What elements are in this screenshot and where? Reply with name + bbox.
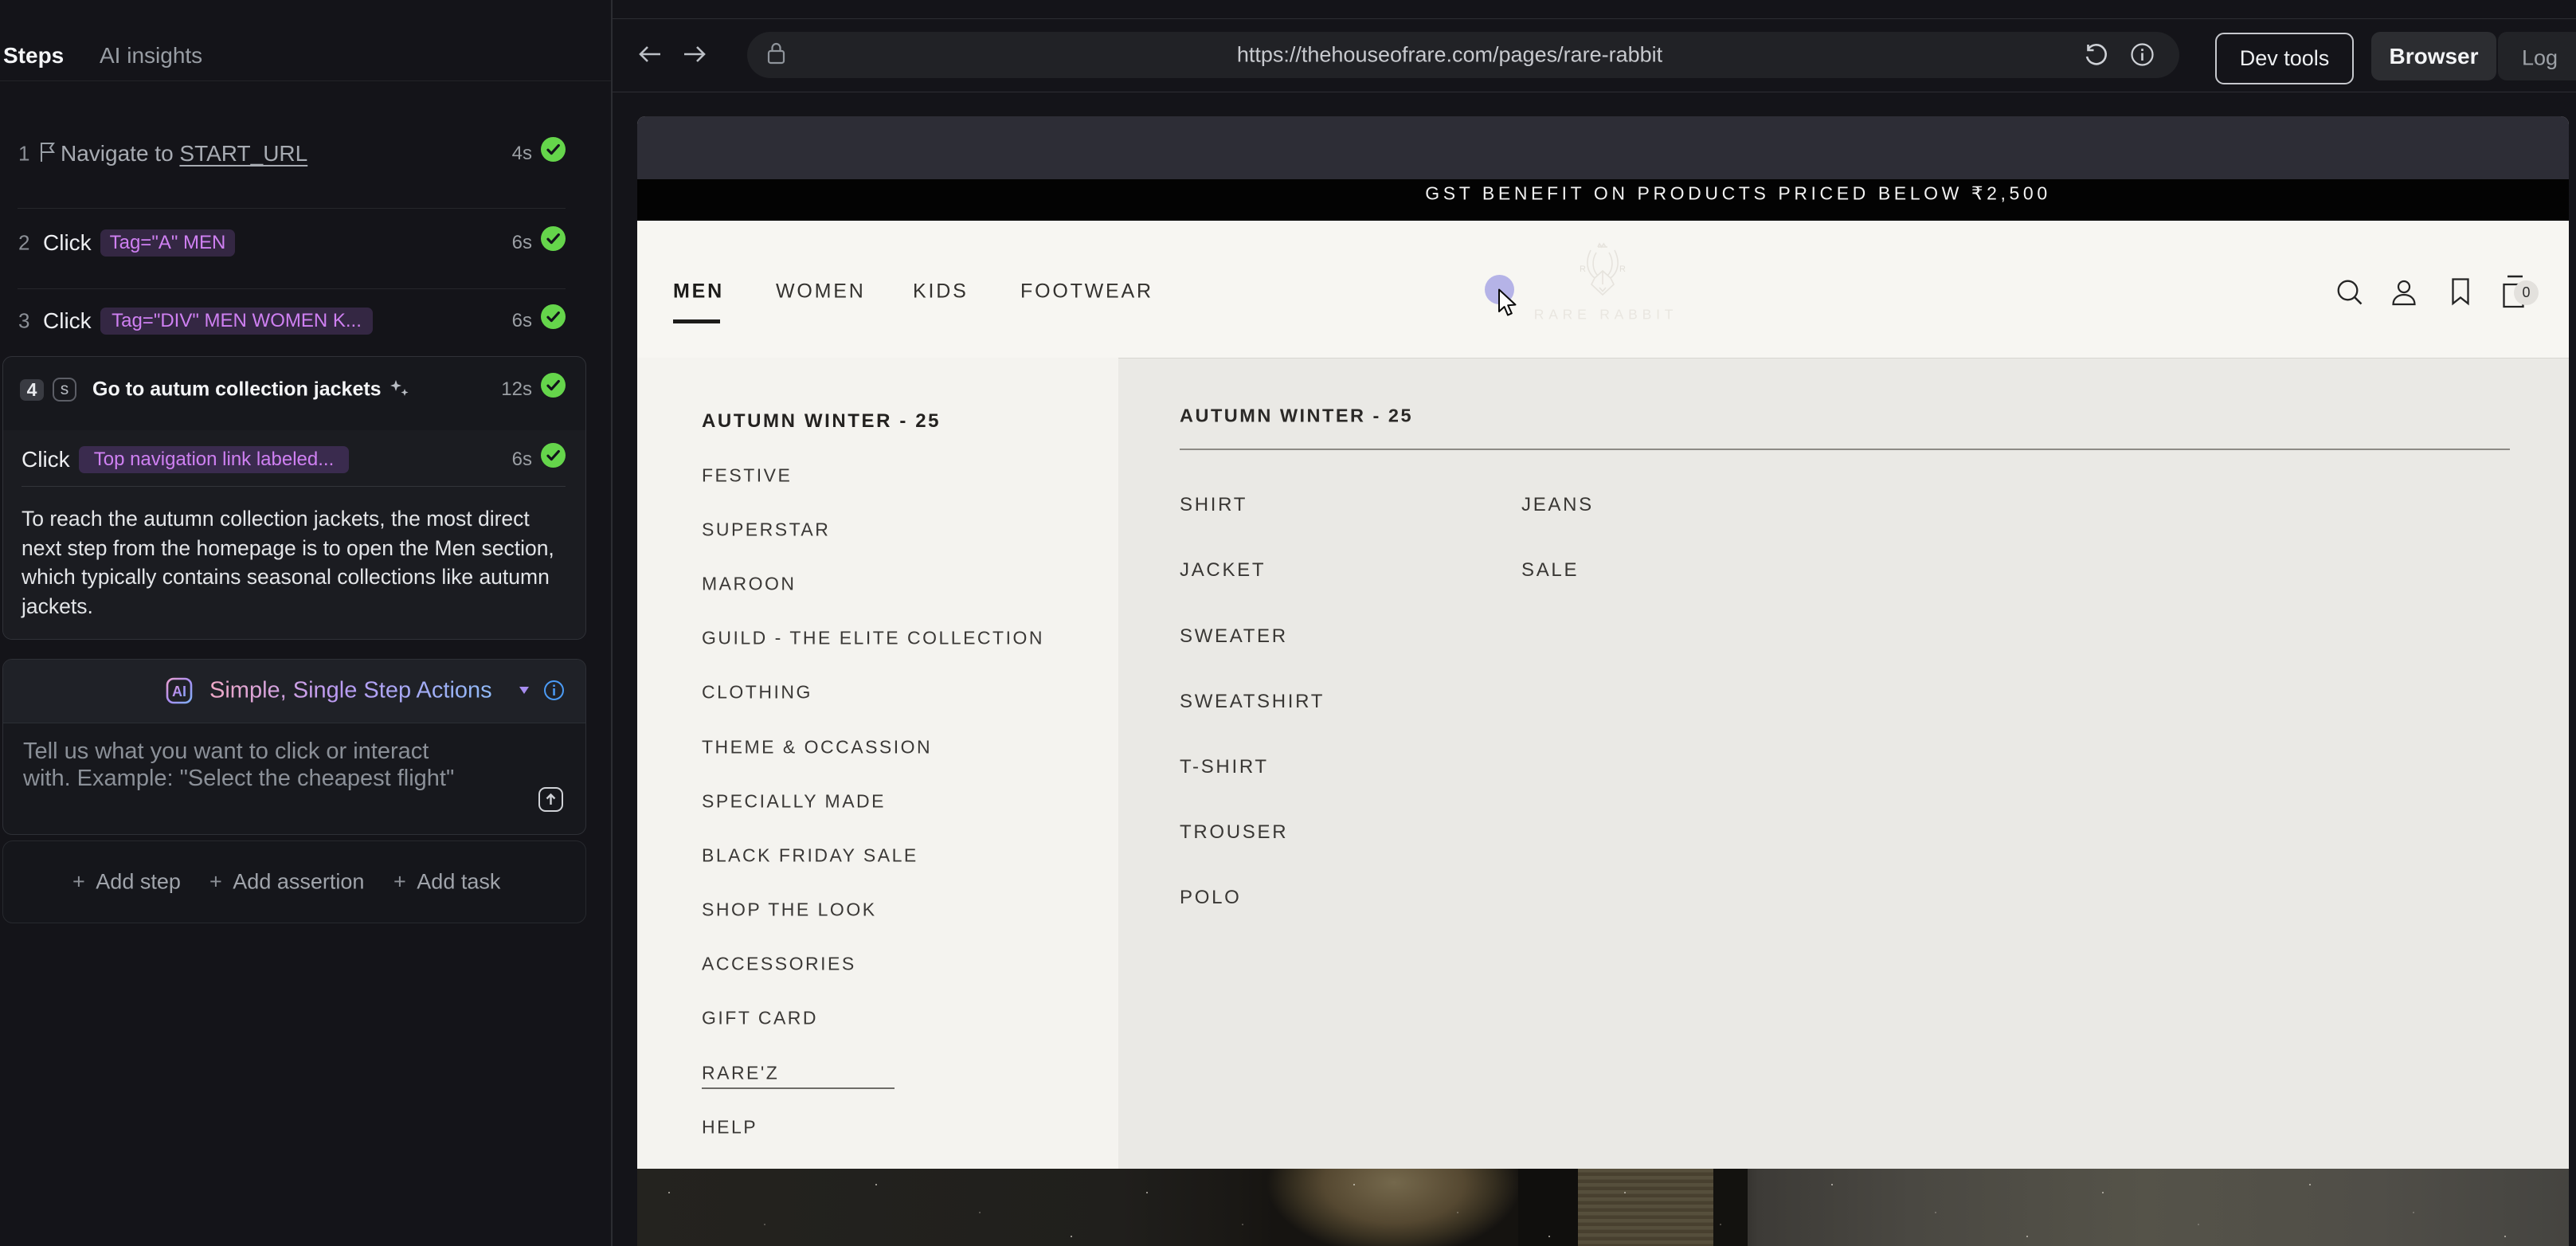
svg-text:R: R — [1580, 264, 1586, 274]
svg-text:R: R — [1619, 264, 1626, 274]
svg-text:AI: AI — [172, 684, 186, 699]
